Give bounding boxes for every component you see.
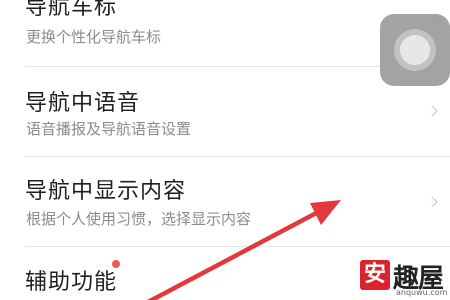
setting-item-title: 导航车标 — [25, 0, 118, 20]
setting-item-subtitle: 根据个人使用习惯，选择显示内容 — [26, 210, 252, 228]
assistive-touch-button[interactable] — [380, 14, 450, 86]
setting-item-subtitle: 更换个性化导航车标 — [26, 28, 162, 46]
setting-item-title: 导航中语音 — [25, 91, 141, 116]
site-watermark-logo: 安 趣屋 anquwu.com — [360, 258, 450, 300]
watermark-domain: anquwu.com — [396, 288, 448, 297]
chevron-right-icon — [426, 196, 438, 208]
setting-item-subtitle: 语音播报及导航语音设置 — [26, 120, 192, 138]
setting-item-title: 导航中显示内容 — [25, 179, 187, 204]
watermark-badge: 安 — [360, 260, 390, 290]
setting-item-nav-display-content[interactable]: 导航中显示内容 根据个人使用习惯，选择显示内容 — [0, 157, 450, 246]
notification-dot — [112, 260, 120, 268]
chevron-right-icon — [426, 105, 438, 117]
assistive-touch-icon — [400, 35, 430, 65]
setting-item-title: 辅助功能 — [25, 270, 118, 295]
